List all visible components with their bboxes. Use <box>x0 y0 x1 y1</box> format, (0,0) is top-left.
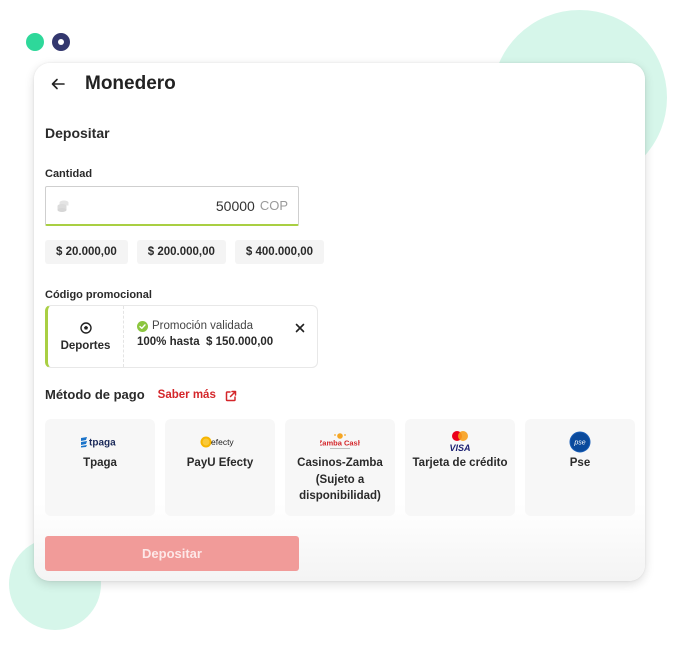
coins-icon <box>56 199 70 213</box>
payment-method-label: PayU Efecty <box>186 457 254 469</box>
back-arrow-icon[interactable] <box>50 76 66 92</box>
payment-method-label: Casinos-Zamba (Sujeto a disponibilidad) <box>297 457 383 502</box>
promo-status: Promoción validada <box>137 320 317 332</box>
green-dot-icon <box>26 33 44 51</box>
deposit-button[interactable]: Depositar <box>45 536 299 571</box>
soccer-ball-icon <box>79 321 92 334</box>
amount-value: 50000 <box>215 197 255 214</box>
payment-method-label: Pse <box>569 457 591 469</box>
zamba-cash-logo-icon: Zamba Cash <box>320 431 360 453</box>
payment-method-title: Método de pago <box>45 387 145 402</box>
tpaga-logo-text: tpaga <box>89 438 116 449</box>
navy-dot-icon <box>52 33 70 51</box>
promo-category: Deportes <box>48 306 124 367</box>
wallet-card: Monedero Depositar Cantidad 50000 COP $ … <box>34 63 645 581</box>
payment-method-tpaga[interactable]: tpaga Tpaga <box>45 419 155 516</box>
efecty-logo-icon: efecty <box>200 431 240 453</box>
promo-status-text: Promoción validada <box>152 320 254 332</box>
quick-amount-button[interactable]: $ 20.000,00 <box>45 240 128 264</box>
learn-more-link[interactable]: Saber más <box>158 389 216 401</box>
quick-amount-button[interactable]: $ 400.000,00 <box>234 240 325 264</box>
payment-method-efecty[interactable]: efecty PayU Efecty <box>165 419 275 516</box>
pse-logo-text: pse <box>573 440 585 447</box>
payment-method-zamba[interactable]: Zamba Cash Casinos-Zamba (Sujeto a dispo… <box>285 419 395 516</box>
zamba-logo-text: Zamba Cash <box>320 439 360 448</box>
visa-logo-text: VISA <box>449 443 470 453</box>
efecty-logo-text: efecty <box>211 437 234 447</box>
currency-label: COP <box>259 198 288 213</box>
page-title: Monedero <box>85 73 176 94</box>
amount-input[interactable]: 50000 COP <box>45 186 299 226</box>
payment-method-credit-card[interactable]: VISA Tarjeta de crédito <box>405 419 515 516</box>
external-link-icon[interactable] <box>225 389 237 401</box>
payment-method-label: Tarjeta de crédito <box>412 457 508 469</box>
payment-method-header: Método de pago Saber más <box>45 387 237 402</box>
promo-info: Promoción validada 100% hasta $ 150.000,… <box>124 306 317 367</box>
tpaga-logo-icon: tpaga <box>80 431 120 453</box>
amount-label: Cantidad <box>45 168 93 180</box>
window-dots <box>26 33 70 51</box>
promo-detail: 100% hasta $ 150.000,00 <box>137 336 274 348</box>
payment-methods: tpaga Tpaga efecty PayU Efecty Zamba Cas… <box>45 419 635 516</box>
deposit-section-title: Depositar <box>45 125 110 141</box>
payment-method-pse[interactable]: pse Pse <box>525 419 635 516</box>
header: Monedero <box>50 73 176 95</box>
promo-code-label: Código promocional <box>45 289 152 301</box>
payment-method-label: Tpaga <box>83 457 117 469</box>
quick-amounts: $ 20.000,00 $ 200.000,00 $ 400.000,00 <box>45 240 325 264</box>
quick-amount-button[interactable]: $ 200.000,00 <box>136 240 226 264</box>
visa-mastercard-logo-icon: VISA <box>440 431 480 453</box>
pse-logo-icon: pse <box>569 431 591 453</box>
promo-category-label: Deportes <box>60 340 111 352</box>
check-circle-icon <box>137 320 148 332</box>
close-icon[interactable] <box>295 320 305 333</box>
promo-card: Deportes Promoción validada 100% hasta $… <box>45 305 318 368</box>
